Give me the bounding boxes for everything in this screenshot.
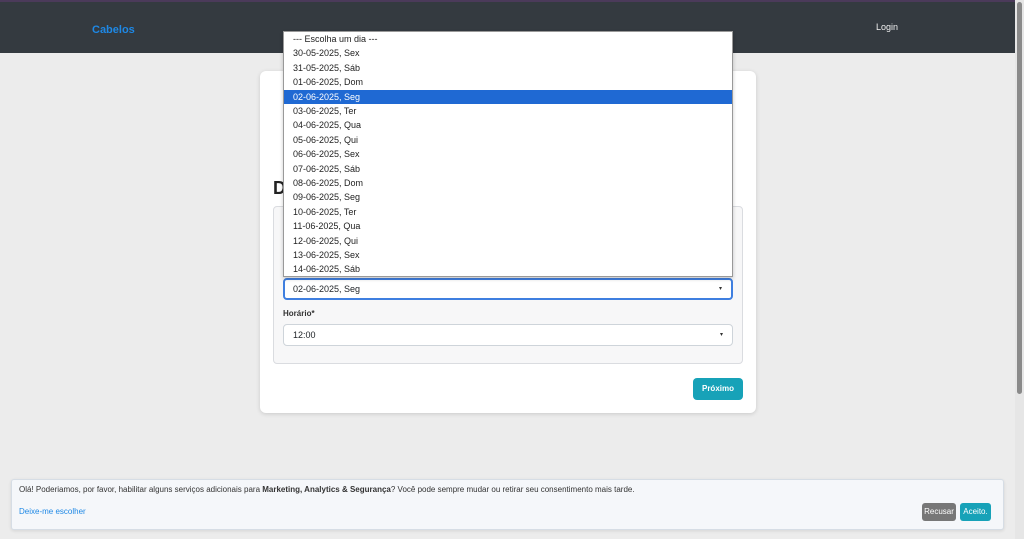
dropdown-option[interactable]: 09-06-2025, Seg	[284, 190, 732, 204]
brand-link[interactable]: Cabelos	[92, 24, 135, 36]
dropdown-option[interactable]: 05-06-2025, Qui	[284, 133, 732, 147]
dropdown-option[interactable]: 08-06-2025, Dom	[284, 176, 732, 190]
choose-services-link[interactable]: Deixe-me escolher	[19, 507, 86, 516]
cookie-text-part: ? Você pode sempre mudar ou retirar seu …	[390, 485, 635, 494]
dropdown-option[interactable]: 31-05-2025, Sáb	[284, 61, 732, 75]
next-button[interactable]: Próximo	[693, 378, 743, 400]
cookie-text-part: Olá! Poderiamos, por favor, habilitar al…	[19, 485, 263, 494]
scrollbar-thumb[interactable]	[1017, 2, 1022, 394]
dropdown-option[interactable]: 04-06-2025, Qua	[284, 118, 732, 132]
decline-button[interactable]: Recusar	[922, 503, 956, 521]
dropdown-option[interactable]: 13-06-2025, Sex	[284, 248, 732, 262]
dropdown-option[interactable]: 12-06-2025, Qui	[284, 234, 732, 248]
chevron-down-icon: ▾	[718, 286, 722, 292]
chevron-down-icon: ▾	[719, 332, 723, 338]
dropdown-option[interactable]: 07-06-2025, Sáb	[284, 162, 732, 176]
time-select[interactable]: 12:00 ▾	[283, 324, 733, 346]
day-select[interactable]: 02-06-2025, Seg ▾	[283, 278, 733, 300]
cookie-message: Olá! Poderiamos, por favor, habilitar al…	[19, 485, 635, 494]
day-select-value: 02-06-2025, Seg	[293, 284, 361, 294]
dropdown-option[interactable]: 03-06-2025, Ter	[284, 104, 732, 118]
dropdown-option[interactable]: 01-06-2025, Dom	[284, 75, 732, 89]
login-link[interactable]: Login	[876, 22, 898, 32]
time-select-value: 12:00	[293, 330, 316, 340]
cookie-text-bold: Marketing, Analytics & Segurança	[262, 485, 391, 494]
dropdown-option[interactable]: 30-05-2025, Sex	[284, 46, 732, 60]
dropdown-option[interactable]: --- Escolha um dia ---	[284, 32, 732, 46]
time-label: Horário*	[283, 309, 315, 318]
dropdown-option[interactable]: 10-06-2025, Ter	[284, 205, 732, 219]
dropdown-option[interactable]: 06-06-2025, Sex	[284, 147, 732, 161]
dropdown-option-selected[interactable]: 02-06-2025, Seg	[284, 89, 732, 104]
dropdown-option[interactable]: 11-06-2025, Qua	[284, 219, 732, 233]
day-dropdown-list[interactable]: --- Escolha um dia --- 30-05-2025, Sex 3…	[283, 31, 733, 277]
dropdown-option[interactable]: 14-06-2025, Sáb	[284, 262, 732, 276]
accept-button[interactable]: Aceito.	[960, 503, 991, 521]
